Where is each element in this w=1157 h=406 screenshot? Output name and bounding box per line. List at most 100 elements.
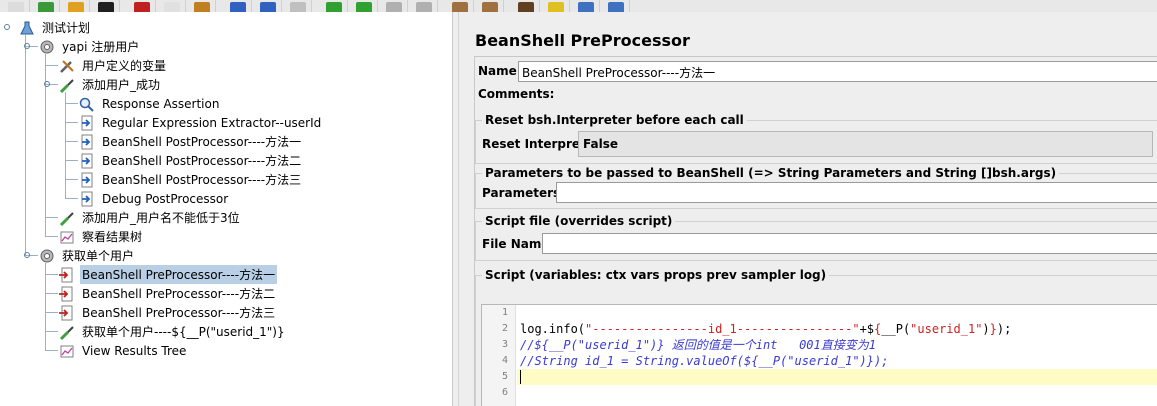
line-number: 2 (501, 323, 508, 334)
tree-connector (25, 35, 26, 255)
parameters-label: Parameters: (482, 186, 565, 200)
tree-connector (45, 263, 46, 350)
tree-node-label: BeanShell PostProcessor----方法一 (102, 135, 302, 149)
params-group-title: Parameters to be passed to BeanShell (=>… (482, 166, 1060, 180)
tree-connector (45, 331, 58, 332)
toggle-icon (290, 2, 306, 12)
tree-node[interactable]: yapi 注册用户 (38, 37, 141, 56)
tree-connector (45, 65, 58, 66)
tree-node[interactable]: BeanShell PreProcessor----方法三 (58, 303, 277, 322)
line-number: 4 (501, 355, 508, 366)
reset-interpreter-select[interactable]: False (578, 131, 1153, 157)
expand-toggle-icon[interactable] (4, 24, 10, 30)
expand-toggle-icon[interactable] (24, 252, 30, 258)
tree-node[interactable]: Debug PostProcessor (78, 189, 230, 208)
tree-node[interactable]: BeanShell PreProcessor----方法一 (58, 265, 278, 284)
split-pane-divider[interactable] (452, 12, 464, 406)
collapse-toolbar-button[interactable] (252, 0, 282, 12)
save-toolbar-button[interactable] (90, 0, 120, 12)
tree-node[interactable]: View Results Tree (58, 341, 188, 360)
tree-node-label: Response Assertion (102, 96, 220, 111)
tree-node-label: 获取单个用户 (62, 249, 135, 263)
tree-node[interactable]: 测试计划 (18, 18, 92, 37)
tree-node-label: 添加用户_成功 (82, 78, 161, 92)
postprocessor-arrow-icon (78, 115, 96, 131)
preprocessor-arrow-icon (58, 305, 76, 321)
test-plan-icon (18, 20, 36, 36)
line-number: 3 (501, 339, 508, 350)
stop-toolbar-button[interactable] (378, 0, 408, 12)
code-token: __P( (881, 322, 911, 336)
toggle-toolbar-button[interactable] (282, 0, 312, 12)
tree-node-label: 察看结果树 (82, 230, 143, 244)
editor-body: Name: BeanShell PreProcessor----方法一 Comm… (474, 56, 1157, 406)
tree-connector (65, 141, 78, 142)
element-editor-panel: BeanShell PreProcessor Name: BeanShell P… (466, 12, 1157, 406)
test-plan-tree[interactable]: 测试计划 yapi 注册用户用户定义的变量 添加用户_成功 Response Asse… (0, 12, 452, 406)
code-line: //String id_1 = String.valueOf(${__P("us… (520, 354, 889, 368)
clear-all-icon (482, 2, 498, 12)
clear-toolbar-button[interactable] (444, 0, 474, 12)
expand-toggle-icon[interactable] (24, 43, 30, 49)
tree-node[interactable]: Response Assertion (78, 94, 221, 113)
name-input[interactable]: BeanShell PreProcessor----方法一 (518, 61, 1157, 82)
new-toolbar-button[interactable] (0, 0, 30, 12)
tree-connector (45, 217, 58, 218)
tree-node[interactable]: 添加用户_用户名不能低于3位 (58, 208, 242, 227)
clear-icon (452, 2, 468, 12)
code-token: log.info( (520, 322, 586, 336)
code-line: log.info("----------------id_1----------… (520, 321, 1011, 337)
tree-connector (45, 274, 58, 275)
tree-connector (65, 92, 66, 198)
start-toolbar-button[interactable] (318, 0, 348, 12)
tree-node[interactable]: 获取单个用户----${__P("userid_1")} (58, 322, 287, 341)
file-name-input[interactable] (542, 233, 1157, 254)
templates-icon (38, 2, 54, 12)
tree-node[interactable]: 添加用户_成功 (58, 75, 162, 94)
script-editor[interactable]: 1 2 3 4 5 6 log.info("----------------id_1---… (481, 304, 1157, 406)
stop-icon (386, 2, 402, 12)
reset-interpreter-group: Reset bsh.Interpreter before each call R… (475, 113, 1157, 164)
code-token: ); (996, 322, 1012, 336)
comments-label: Comments: (478, 87, 555, 101)
sampler-pipette-icon (58, 210, 76, 226)
cut-icon (134, 2, 150, 12)
sampler-pipette-icon (58, 324, 76, 340)
new-icon (8, 2, 24, 12)
config-wrench-icon (58, 58, 76, 74)
clear-all-toolbar-button[interactable] (474, 0, 504, 12)
search-toolbar-button[interactable] (510, 0, 540, 12)
tree-node[interactable]: 用户定义的变量 (58, 56, 168, 75)
current-line-highlight (517, 369, 1157, 385)
tree-node-label: BeanShell PostProcessor----方法三 (102, 173, 302, 187)
cut-toolbar-button[interactable] (126, 0, 156, 12)
tree-node[interactable]: BeanShell PreProcessor----方法二 (58, 284, 277, 303)
tree-connector (65, 198, 78, 199)
function-helper-toolbar-button[interactable] (570, 0, 600, 12)
tree-node[interactable]: BeanShell PostProcessor----方法一 (78, 132, 303, 151)
expand-toolbar-button[interactable] (222, 0, 252, 12)
tree-node[interactable]: BeanShell PostProcessor----方法三 (78, 170, 303, 189)
parameters-input[interactable] (556, 182, 1157, 203)
open-toolbar-button[interactable] (60, 0, 90, 12)
function-helper-icon (578, 2, 594, 12)
tree-node[interactable]: 获取单个用户 (38, 246, 136, 265)
start-no-pause-toolbar-button[interactable] (348, 0, 378, 12)
comments-row: Comments: (475, 87, 554, 105)
help-toolbar-button[interactable] (600, 0, 630, 12)
expand-toggle-icon[interactable] (44, 81, 50, 87)
preprocessor-arrow-icon (58, 267, 76, 283)
tree-node[interactable]: 察看结果树 (58, 227, 144, 246)
tree-node-label: 添加用户_用户名不能低于3位 (82, 211, 240, 225)
paste-toolbar-button[interactable] (186, 0, 216, 12)
copy-toolbar-button[interactable] (156, 0, 186, 12)
reset-search-toolbar-button[interactable] (540, 0, 570, 12)
tree-node-label: 用户定义的变量 (82, 59, 167, 73)
script-group-title: Script (variables: ctx vars props prev s… (482, 268, 830, 282)
templates-toolbar-button[interactable] (30, 0, 60, 12)
tree-node[interactable]: BeanShell PostProcessor----方法二 (78, 151, 303, 170)
copy-icon (164, 2, 180, 12)
shutdown-toolbar-button[interactable] (408, 0, 438, 12)
tree-node[interactable]: Regular Expression Extractor--userId (78, 113, 323, 132)
start-icon (326, 2, 342, 12)
